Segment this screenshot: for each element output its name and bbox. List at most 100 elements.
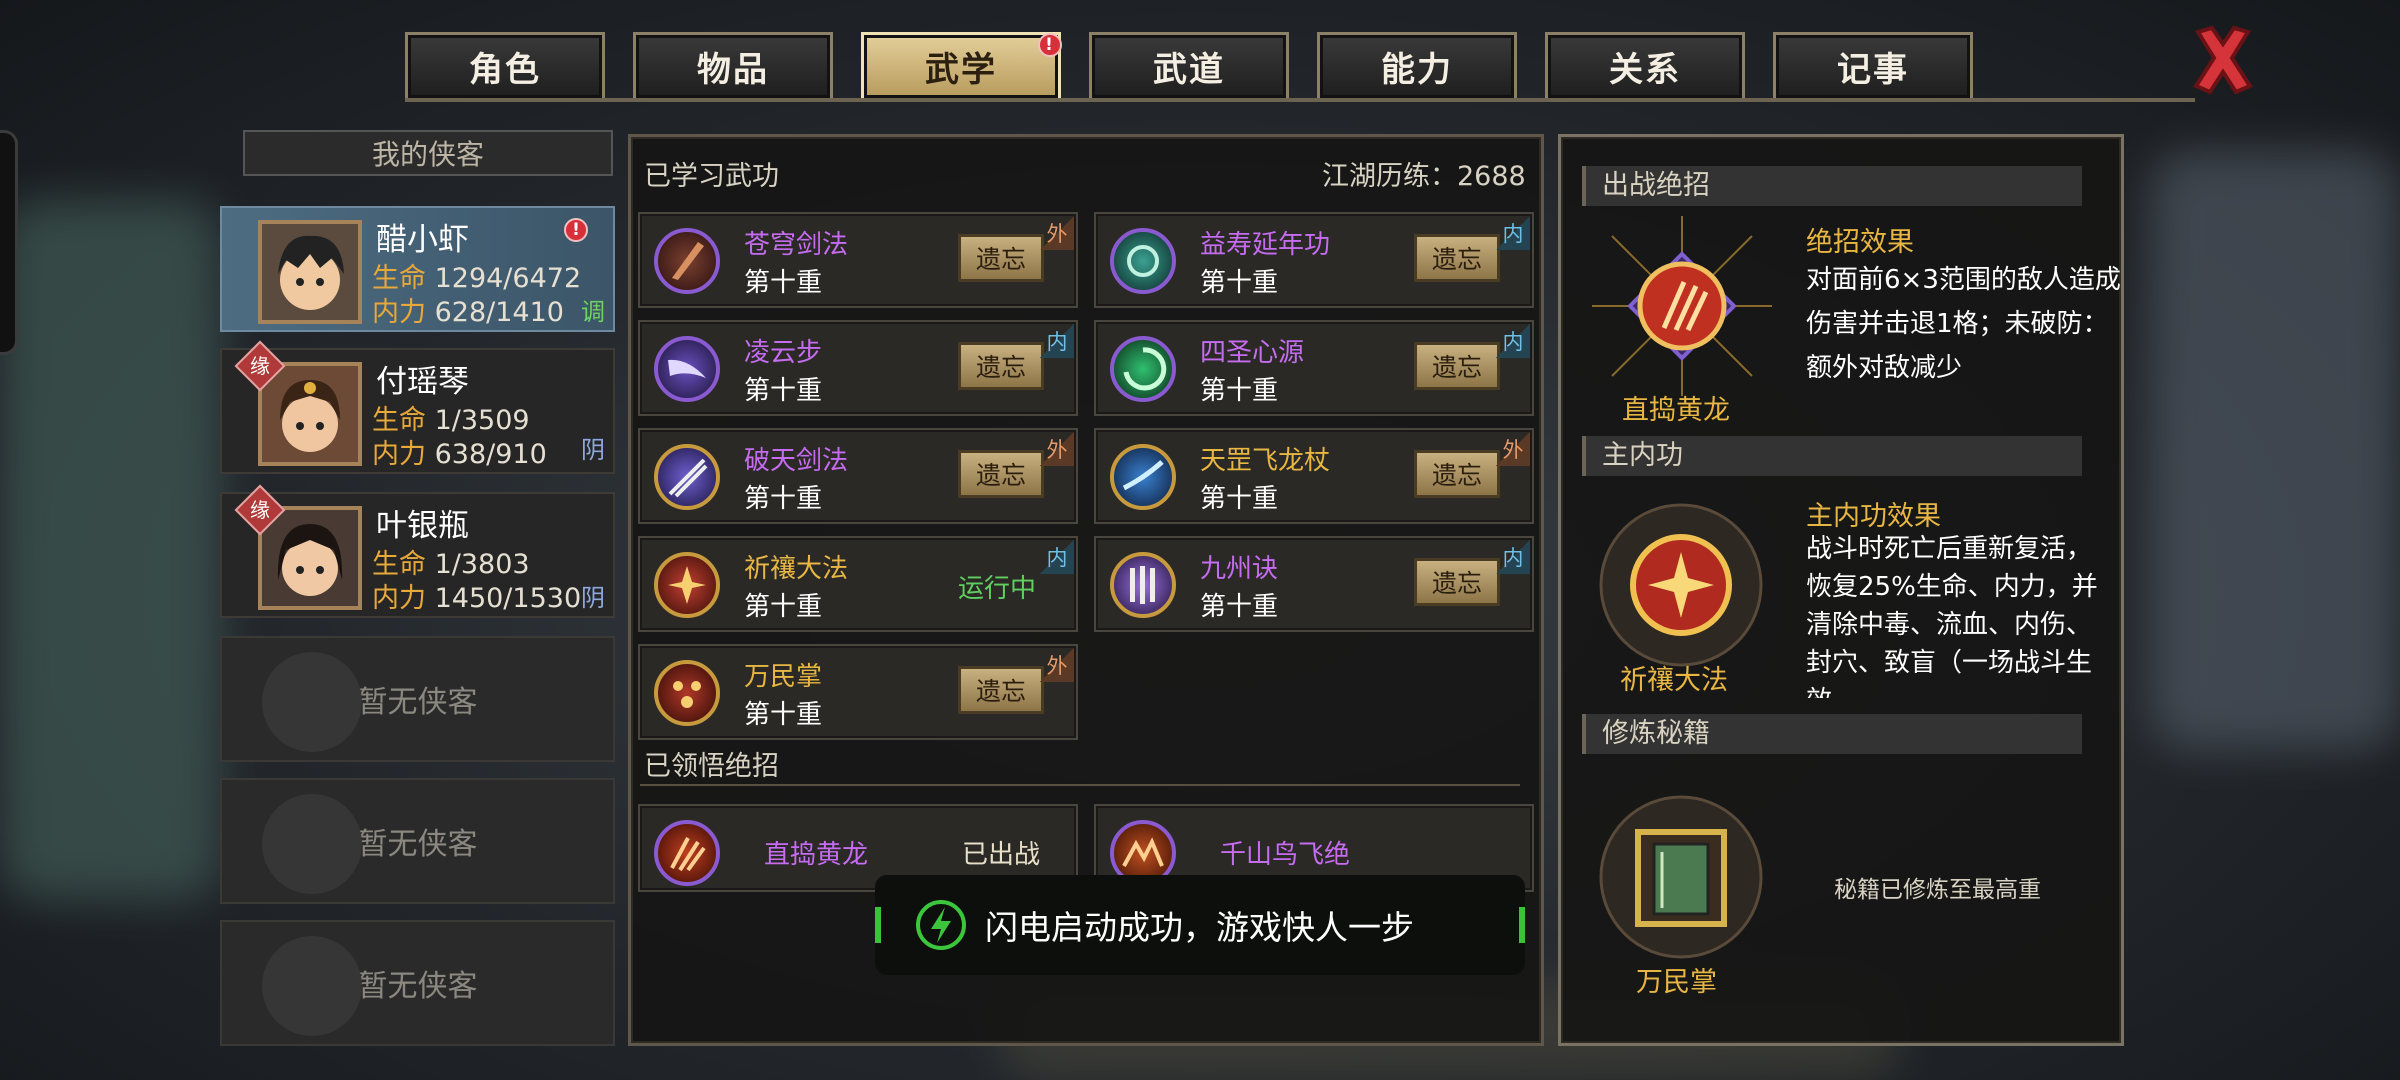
skill-name: 天罡飞龙杖 (1200, 446, 1331, 476)
skill-name: 破天剑法 (744, 446, 849, 476)
battle-effect-title: 绝招效果 (1806, 227, 1914, 258)
skill-card[interactable]: 祈禳大法 第十重 运行中 内 (638, 536, 1078, 632)
hero-mp: 内力 1450/1530 (372, 576, 581, 615)
secret-manual-title: 修炼秘籍 (1602, 718, 1710, 749)
hero-tag: 阴 (581, 436, 605, 464)
close-icon[interactable] (2190, 22, 2256, 96)
skill-type-badge: 外 (1040, 432, 1074, 466)
secret-manual-header: 修炼秘籍 (1582, 714, 2082, 754)
skill-card[interactable]: 万民掌 第十重 遗忘 外 (638, 644, 1078, 740)
tab-items[interactable]: 物品 (633, 32, 833, 98)
skill-card[interactable]: 苍穹剑法 第十重 遗忘 外 (638, 212, 1078, 308)
skill-card[interactable]: 益寿延年功 第十重 遗忘 内 (1094, 212, 1534, 308)
jianghu-exp: 江湖历练：2688 (1322, 161, 1526, 192)
skill-icon (654, 228, 720, 294)
skill-type-badge: 内 (1040, 540, 1074, 574)
ultimate-icon (654, 820, 720, 886)
hero-name: 叶银瓶 (376, 508, 469, 544)
mp-value: 628/1410 (434, 297, 564, 328)
skill-level: 第十重 (744, 484, 823, 514)
toast-text: 闪电启动成功，游戏快人一步 (985, 908, 1414, 947)
main-inner-header: 主内功 (1582, 436, 2082, 476)
forget-button[interactable]: 遗忘 (1414, 450, 1500, 498)
hero-card[interactable]: 缘 叶银瓶 生命 1/3803 内力 1450/1530 阴 (220, 484, 615, 618)
tab-relations[interactable]: 关系 (1545, 32, 1745, 98)
battle-effect-text: 对面前6×3范围的敌人造成伤害并击退1格；未破防：额外对敌减少 (1806, 265, 2121, 383)
skill-card[interactable]: 九州诀 第十重 遗忘 内 (1094, 536, 1534, 632)
forget-button[interactable]: 遗忘 (1414, 234, 1500, 282)
learned-section-title: 已学习武功 (644, 161, 779, 192)
tab-martial-path[interactable]: 武道 (1089, 32, 1289, 98)
ultimate-name: 直捣黄龙 (764, 840, 869, 870)
skill-type-badge: 内 (1496, 216, 1530, 250)
mp-value: 638/910 (434, 439, 547, 470)
skill-level: 第十重 (1200, 592, 1279, 622)
battle-ultimate-header: 出战绝招 (1582, 166, 2082, 206)
skill-icon (1110, 336, 1176, 402)
skill-card[interactable]: 四圣心源 第十重 遗忘 内 (1094, 320, 1534, 416)
mp-label: 内力 (372, 439, 426, 470)
skill-level: 第十重 (744, 592, 823, 622)
skill-type-badge: 外 (1496, 432, 1530, 466)
hero-tag: 调 (581, 298, 605, 326)
empty-slot-label: 暂无侠客 (357, 969, 478, 1004)
section-divider (640, 784, 1520, 786)
hero-card[interactable]: 缘 付瑶琴 生命 1/3509 内力 638/910 阴 (220, 340, 615, 474)
skill-type-badge: 外 (1040, 648, 1074, 682)
ultimates-section-title: 已领悟绝招 (644, 751, 779, 782)
skill-icon (1110, 552, 1176, 618)
empty-hero-slot[interactable]: 暂无侠客 (220, 636, 615, 762)
skill-name: 万民掌 (744, 662, 823, 692)
skill-type-badge: 内 (1040, 324, 1074, 358)
empty-hero-slot[interactable]: 暂无侠客 (220, 920, 615, 1046)
forget-button[interactable]: 遗忘 (958, 450, 1044, 498)
running-status: 运行中 (958, 574, 1037, 604)
skill-level: 第十重 (744, 376, 823, 406)
tab-bar: 角色 物品 武学 ! 武道 能力 关系 记事 (405, 0, 1975, 100)
skill-icon (1110, 444, 1176, 510)
forget-button[interactable]: 遗忘 (958, 234, 1044, 282)
skill-name: 益寿延年功 (1200, 230, 1331, 260)
battle-ultimate-name: 直捣黄龙 (1622, 395, 1730, 426)
forget-button[interactable]: 遗忘 (1414, 342, 1500, 390)
hero-card[interactable]: 醋小虾 ! 生命 1294/6472 内力 628/1410 调 (220, 206, 615, 332)
skill-name: 凌云步 (744, 338, 823, 368)
skill-name: 九州诀 (1200, 554, 1279, 584)
manual-name: 万民掌 (1636, 967, 1717, 998)
mp-value: 1450/1530 (434, 583, 582, 614)
hero-mp: 内力 628/1410 (372, 290, 564, 329)
side-handle[interactable] (0, 130, 18, 355)
skill-icon (654, 552, 720, 618)
inner-art-emblem-icon (1599, 503, 1763, 667)
tab-martial-arts[interactable]: 武学 ! (861, 32, 1062, 98)
lightning-icon (916, 900, 966, 950)
skill-level: 第十重 (1200, 268, 1279, 298)
tab-journal[interactable]: 记事 (1773, 32, 1973, 98)
forget-button[interactable]: 遗忘 (958, 342, 1044, 390)
skill-card[interactable]: 破天剑法 第十重 遗忘 外 (638, 428, 1078, 524)
empty-slot-label: 暂无侠客 (357, 827, 478, 862)
roster-header: 我的侠客 (243, 130, 613, 176)
hero-alert-badge: ! (564, 218, 588, 242)
skill-level: 第十重 (744, 700, 823, 730)
empty-hero-slot[interactable]: 暂无侠客 (220, 778, 615, 904)
skill-type-badge: 外 (1040, 216, 1074, 250)
skill-card[interactable]: 天罡飞龙杖 第十重 遗忘 外 (1094, 428, 1534, 524)
toast-notification: 闪电启动成功，游戏快人一步 (875, 875, 1525, 975)
forget-button[interactable]: 遗忘 (958, 666, 1044, 714)
tab-character[interactable]: 角色 (405, 32, 605, 98)
tab-abilities[interactable]: 能力 (1317, 32, 1517, 98)
battle-ultimate-title: 出战绝招 (1602, 170, 1710, 201)
ultimate-status: 已出战 (962, 840, 1041, 870)
skill-card[interactable]: 凌云步 第十重 遗忘 内 (638, 320, 1078, 416)
bond-badge-label: 缘 (250, 354, 270, 378)
skill-type-badge: 内 (1496, 540, 1530, 574)
mp-label: 内力 (372, 583, 426, 614)
skill-name: 苍穹剑法 (744, 230, 849, 260)
skill-icon (654, 660, 720, 726)
skill-type-badge: 内 (1496, 324, 1530, 358)
forget-button[interactable]: 遗忘 (1414, 558, 1500, 606)
skill-icon (1110, 228, 1176, 294)
hero-tag: 阴 (581, 584, 605, 612)
hero-name: 付瑶琴 (376, 364, 469, 400)
